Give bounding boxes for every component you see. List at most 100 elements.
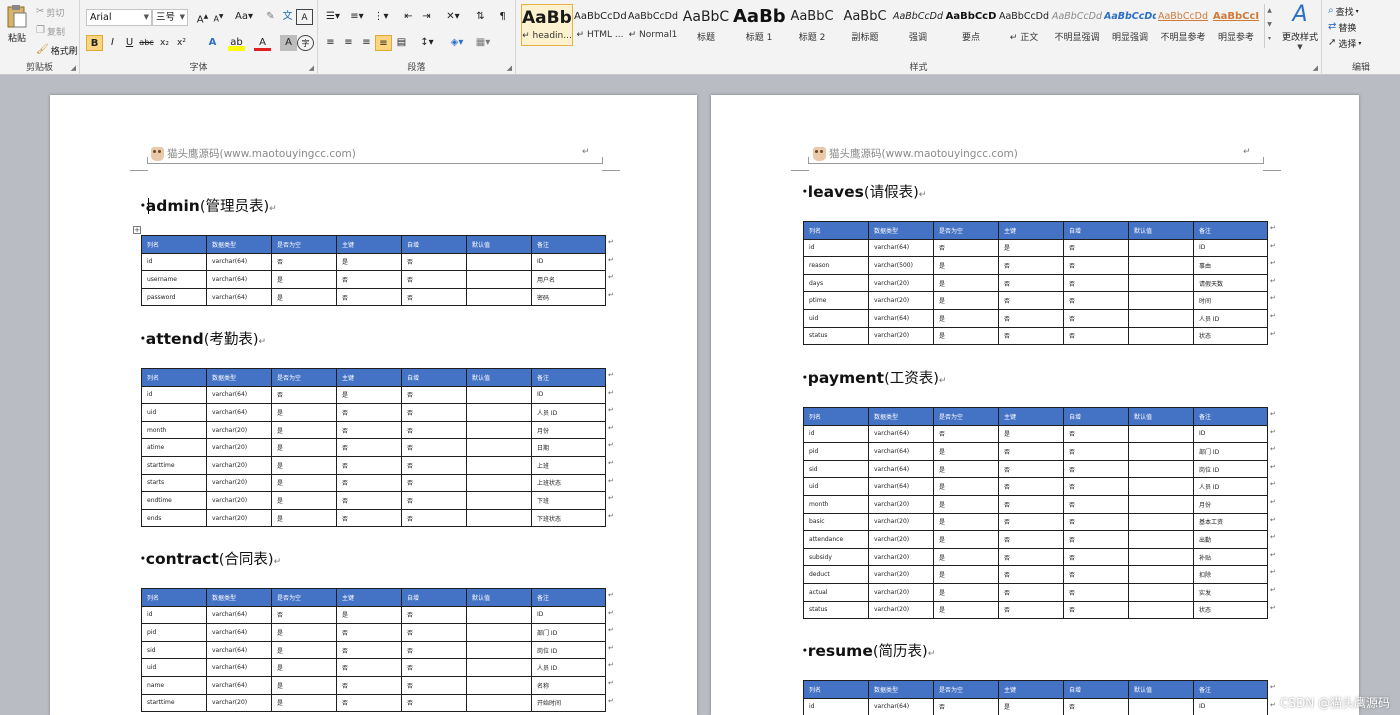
table-cell[interactable]: varchar(20) xyxy=(206,508,272,528)
table-cell[interactable]: varchar(64) xyxy=(206,605,272,625)
table-cell[interactable]: 否 xyxy=(998,565,1064,584)
table-cell[interactable]: 月份 xyxy=(531,420,606,440)
table-cell[interactable]: month xyxy=(141,420,207,440)
decrease-indent-icon[interactable]: ⇤ xyxy=(400,9,417,25)
font-size-select[interactable]: 三号 ▼ xyxy=(152,9,188,26)
table-cell[interactable]: 否 xyxy=(401,658,467,677)
grow-font-button[interactable]: A▲ xyxy=(194,9,211,25)
align-center-icon[interactable]: ≡ xyxy=(340,35,357,51)
style-tile[interactable]: AaBbCcDd 强调 xyxy=(892,4,944,46)
table-cell[interactable]: 否 xyxy=(336,508,402,528)
table-cell[interactable]: 否 xyxy=(1063,308,1129,328)
table-cell[interactable] xyxy=(1128,424,1194,444)
chinese-layout-icon[interactable]: ✕▾ xyxy=(442,9,464,25)
table-cell[interactable]: 否 xyxy=(336,420,402,440)
table-cell[interactable]: 请假天数 xyxy=(1193,273,1268,293)
table-cell[interactable]: id xyxy=(803,424,869,444)
style-tile[interactable]: AaBb 标题 1 xyxy=(733,4,785,46)
table-cell[interactable]: 状态 xyxy=(1193,326,1268,346)
table-cell[interactable]: 否 xyxy=(998,512,1064,532)
table-cell[interactable]: 否 xyxy=(1063,442,1129,461)
table-cell[interactable]: 是 xyxy=(933,547,999,567)
table-cell[interactable]: 否 xyxy=(336,675,402,695)
table-cell[interactable]: 否 xyxy=(401,605,467,625)
table-cell[interactable]: 否 xyxy=(1063,273,1129,293)
table-cell[interactable]: 否 xyxy=(401,385,467,405)
table-cell[interactable]: varchar(20) xyxy=(206,693,272,713)
table-cell[interactable]: varchar(64) xyxy=(206,385,272,405)
table-cell[interactable]: 否 xyxy=(401,693,467,713)
table-cell[interactable]: 是 xyxy=(933,494,999,514)
style-tile[interactable]: AaBbCcD 要点 xyxy=(945,4,997,46)
table-cell[interactable]: varchar(20) xyxy=(868,582,934,602)
table-cell[interactable]: 否 xyxy=(998,530,1064,549)
justify-icon[interactable]: ≡ xyxy=(375,35,392,51)
table-cell[interactable]: attendance xyxy=(803,530,869,549)
shading-icon[interactable]: ◈▾ xyxy=(446,35,468,51)
table-cell[interactable]: 部门 ID xyxy=(531,623,606,642)
style-tile[interactable]: AaBbCcDd 不明显强调 xyxy=(1051,4,1103,46)
table-cell[interactable]: 否 xyxy=(1063,697,1129,715)
table-cell[interactable]: 是 xyxy=(271,287,337,307)
table-cell[interactable] xyxy=(1128,697,1194,715)
table-cell[interactable] xyxy=(1128,291,1194,310)
style-tile[interactable]: AaBbCcDd 不明显参考 xyxy=(1157,4,1209,46)
select-button[interactable]: ➚ 选择 ▾ xyxy=(1328,36,1361,50)
paste-button[interactable]: 粘贴 xyxy=(8,31,26,44)
paste-icon[interactable] xyxy=(6,4,28,30)
line-spacing-icon[interactable]: ↕▾ xyxy=(416,35,438,51)
sort-icon[interactable]: ⇅ xyxy=(472,9,489,25)
style-tile[interactable]: AaBbCcDd ↵ Normal1 xyxy=(627,4,679,46)
table-cell[interactable]: 是 xyxy=(336,605,402,625)
table-cell[interactable]: ID xyxy=(531,605,606,625)
table-cell[interactable]: 是 xyxy=(271,270,337,289)
table-cell[interactable]: pid xyxy=(141,623,207,642)
table-cell[interactable] xyxy=(466,252,532,272)
highlight-button[interactable]: ab xyxy=(228,35,245,51)
borders-icon[interactable]: ▦▾ xyxy=(472,35,494,51)
table-cell[interactable]: 人员 ID xyxy=(1193,308,1268,328)
table-cell[interactable]: 否 xyxy=(1063,477,1129,496)
table-cell[interactable]: 岗位 ID xyxy=(1193,459,1268,479)
table-cell[interactable]: 部门 ID xyxy=(1193,442,1268,461)
table-cell[interactable]: 否 xyxy=(336,473,402,493)
table-cell[interactable]: uid xyxy=(141,403,207,422)
table-cell[interactable]: varchar(20) xyxy=(868,530,934,549)
text-effect-button[interactable]: A xyxy=(204,35,221,51)
table-cell[interactable]: id xyxy=(141,385,207,405)
table-cell[interactable] xyxy=(466,438,532,457)
table-cell[interactable]: 否 xyxy=(1063,600,1129,620)
table-cell[interactable]: 否 xyxy=(1063,459,1129,479)
table-cell[interactable]: 否 xyxy=(1063,238,1129,258)
table-move-handle-icon[interactable]: + xyxy=(133,226,141,234)
table-cell[interactable] xyxy=(1128,530,1194,549)
table-cell[interactable]: 否 xyxy=(271,252,337,272)
table-cell[interactable]: 否 xyxy=(1063,512,1129,532)
table-cell[interactable]: varchar(64) xyxy=(206,287,272,307)
table-cell[interactable]: 是 xyxy=(336,385,402,405)
table-cell[interactable]: 下班状态 xyxy=(531,508,606,528)
table-cell[interactable]: 是 xyxy=(271,491,337,510)
superscript-button[interactable]: x² xyxy=(173,35,190,51)
table-cell[interactable]: ends xyxy=(141,508,207,528)
table-cell[interactable]: 否 xyxy=(1063,530,1129,549)
table-cell[interactable]: deduct xyxy=(803,565,869,584)
table-cell[interactable]: 否 xyxy=(336,438,402,457)
table-cell[interactable]: 基本工资 xyxy=(1193,512,1268,532)
schema-table[interactable]: 列名 数据类型 是否为空 主键 自增 默认值 备注 id varchar(64) 否是否 ID pid… xyxy=(141,588,606,713)
schema-table[interactable]: 列名 数据类型 是否为空 主键 自增 默认值 备注 id varchar(64) 否是否 ID xyxy=(803,680,1268,715)
table-cell[interactable]: 否 xyxy=(401,270,467,289)
table-cell[interactable]: password xyxy=(141,287,207,307)
table-cell[interactable]: 是 xyxy=(933,308,999,328)
table-cell[interactable]: varchar(20) xyxy=(206,438,272,457)
table-cell[interactable]: uid xyxy=(141,658,207,677)
table-cell[interactable]: 否 xyxy=(336,640,402,660)
subscript-button[interactable]: x₂ xyxy=(156,35,173,51)
change-case-button[interactable]: Aa▾ xyxy=(232,9,256,25)
table-cell[interactable]: 下班 xyxy=(531,491,606,510)
table-cell[interactable]: 否 xyxy=(401,473,467,493)
table-cell[interactable] xyxy=(1128,459,1194,479)
table-cell[interactable]: varchar(20) xyxy=(206,420,272,440)
table-cell[interactable]: 否 xyxy=(1063,582,1129,602)
table-cell[interactable]: ID xyxy=(1193,697,1268,715)
